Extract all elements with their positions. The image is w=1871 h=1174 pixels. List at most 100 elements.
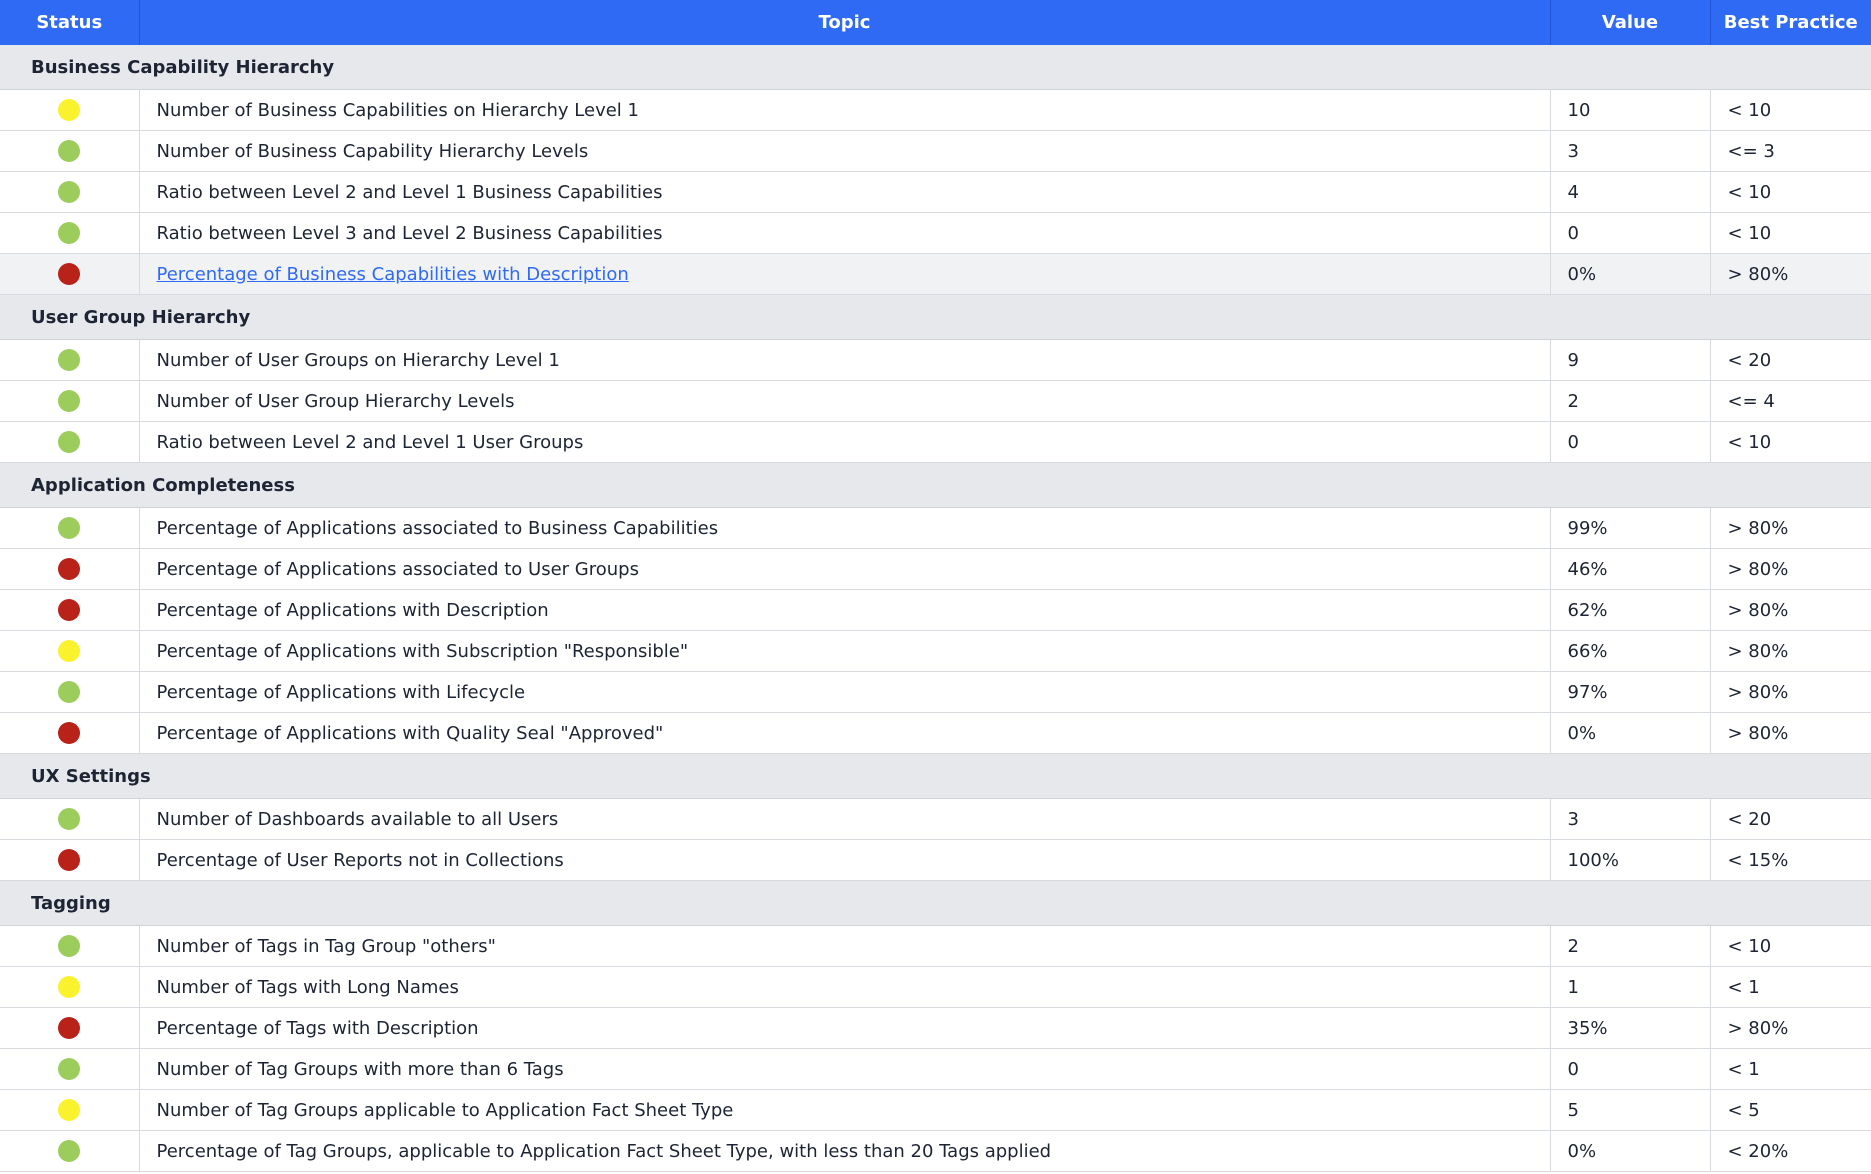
value-column-header[interactable]: Value xyxy=(1550,0,1711,45)
status-cell xyxy=(0,1007,140,1049)
table-row: Number of Business Capabilities on Hiera… xyxy=(0,89,1871,131)
status-cell xyxy=(0,589,140,631)
table-row: Percentage of Applications associated to… xyxy=(0,507,1871,549)
topic-label: Percentage of Tag Groups, applicable to … xyxy=(156,1140,1052,1162)
group-title: Tagging xyxy=(0,880,1871,926)
topic-cell: Ratio between Level 2 and Level 1 User G… xyxy=(139,421,1551,463)
best-practice-cell: > 80% xyxy=(1710,507,1871,549)
status-cell xyxy=(0,671,140,713)
header-row: Status Topic Value Best Practice xyxy=(0,0,1871,45)
topic-label: Ratio between Level 2 and Level 1 Busine… xyxy=(156,181,663,203)
best-practice-cell: < 10 xyxy=(1710,89,1871,131)
best-practice-cell: < 10 xyxy=(1710,421,1871,463)
status-cell xyxy=(0,630,140,672)
group-header-row: Business Capability Hierarchy xyxy=(0,45,1871,90)
topic-label: Number of Tags in Tag Group "others" xyxy=(156,935,496,957)
table-row: Percentage of Applications with Quality … xyxy=(0,712,1871,754)
value-cell: 2 xyxy=(1550,925,1711,967)
best-practice-cell: < 1 xyxy=(1710,966,1871,1008)
best-practice-cell: < 20% xyxy=(1710,1130,1871,1172)
best-practice-cell: <= 3 xyxy=(1710,130,1871,172)
status-cell xyxy=(0,380,140,422)
topic-label: Number of Tag Groups applicable to Appli… xyxy=(156,1099,734,1121)
topic-label: Percentage of Applications with Subscrip… xyxy=(156,640,689,662)
status-green-dot-icon xyxy=(58,517,81,539)
topic-cell: Percentage of Applications associated to… xyxy=(139,507,1551,549)
group-header-row: Application Completeness xyxy=(0,462,1871,508)
value-cell: 2 xyxy=(1550,380,1711,422)
topic-cell: Number of Tags in Tag Group "others" xyxy=(139,925,1551,967)
status-red-dot-icon xyxy=(58,1017,81,1039)
topic-cell: Percentage of Applications with Descript… xyxy=(139,589,1551,631)
status-green-dot-icon xyxy=(58,1140,81,1162)
group-title: Application Completeness xyxy=(0,462,1871,508)
table-row: Number of Tag Groups applicable to Appli… xyxy=(0,1089,1871,1131)
topic-cell: Number of User Group Hierarchy Levels xyxy=(139,380,1551,422)
value-cell: 66% xyxy=(1550,630,1711,672)
status-cell xyxy=(0,421,140,463)
topic-cell: Number of Business Capabilities on Hiera… xyxy=(139,89,1551,131)
best-practice-cell: <= 4 xyxy=(1710,380,1871,422)
health-check-table-container: Status Topic Value Best Practice Busines… xyxy=(0,0,1871,1172)
table-row: Percentage of Applications with Subscrip… xyxy=(0,630,1871,672)
status-cell xyxy=(0,712,140,754)
value-cell: 0% xyxy=(1550,253,1711,295)
table-row: Percentage of Applications with Descript… xyxy=(0,589,1871,631)
status-cell xyxy=(0,89,140,131)
topic-cell: Number of Business Capability Hierarchy … xyxy=(139,130,1551,172)
group-title: User Group Hierarchy xyxy=(0,294,1871,340)
value-cell: 0 xyxy=(1550,421,1711,463)
status-red-dot-icon xyxy=(58,849,81,871)
status-cell xyxy=(0,130,140,172)
status-column-header[interactable]: Status xyxy=(0,0,140,45)
status-cell xyxy=(0,507,140,549)
value-cell: 99% xyxy=(1550,507,1711,549)
best-practice-column-header[interactable]: Best Practice xyxy=(1710,0,1871,45)
status-red-dot-icon xyxy=(58,558,81,580)
topic-link[interactable]: Percentage of Business Capabilities with… xyxy=(157,264,629,285)
status-red-dot-icon xyxy=(58,599,81,621)
value-cell: 100% xyxy=(1550,839,1711,881)
table-row: Ratio between Level 3 and Level 2 Busine… xyxy=(0,212,1871,254)
topic-label: Percentage of Applications with Descript… xyxy=(156,599,549,621)
best-practice-cell: > 80% xyxy=(1710,712,1871,754)
status-cell xyxy=(0,1048,140,1090)
group-header-row: Tagging xyxy=(0,880,1871,926)
topic-cell: Ratio between Level 3 and Level 2 Busine… xyxy=(139,212,1551,254)
value-cell: 0 xyxy=(1550,212,1711,254)
value-cell: 4 xyxy=(1550,171,1711,213)
best-practice-cell: < 15% xyxy=(1710,839,1871,881)
topic-cell: Percentage of Applications with Subscrip… xyxy=(139,630,1551,672)
topic-label: Number of Business Capability Hierarchy … xyxy=(156,140,589,162)
best-practice-cell: > 80% xyxy=(1710,589,1871,631)
value-cell: 3 xyxy=(1550,130,1711,172)
best-practice-cell: > 80% xyxy=(1710,630,1871,672)
status-cell xyxy=(0,253,140,295)
status-cell xyxy=(0,966,140,1008)
table-header: Status Topic Value Best Practice xyxy=(0,0,1871,45)
topic-column-header[interactable]: Topic xyxy=(139,0,1551,45)
table-row: Percentage of Tags with Description 35% > … xyxy=(0,1007,1871,1049)
topic-label: Number of User Group Hierarchy Levels xyxy=(156,390,515,412)
table-row: Number of Tags with Long Names 1 < 1 xyxy=(0,966,1871,1008)
topic-cell: Percentage of Applications with Quality … xyxy=(139,712,1551,754)
status-green-dot-icon xyxy=(58,935,81,957)
status-yellow-dot-icon xyxy=(58,1099,81,1121)
status-cell xyxy=(0,839,140,881)
table-row: Percentage of Applications associated to… xyxy=(0,548,1871,590)
status-green-dot-icon xyxy=(58,390,81,412)
topic-cell: Percentage of Applications with Lifecycl… xyxy=(139,671,1551,713)
table-row: Percentage of Applications with Lifecycl… xyxy=(0,671,1871,713)
status-cell xyxy=(0,339,140,381)
value-cell: 5 xyxy=(1550,1089,1711,1131)
status-green-dot-icon xyxy=(58,140,81,162)
status-green-dot-icon xyxy=(58,431,81,453)
table-row: Ratio between Level 2 and Level 1 User G… xyxy=(0,421,1871,463)
value-cell: 97% xyxy=(1550,671,1711,713)
group-title: Business Capability Hierarchy xyxy=(0,45,1871,90)
topic-label: Number of Business Capabilities on Hiera… xyxy=(156,99,639,121)
topic-label: Percentage of Tags with Description xyxy=(156,1017,479,1039)
value-cell: 0 xyxy=(1550,1048,1711,1090)
best-practice-cell: < 20 xyxy=(1710,798,1871,840)
value-cell: 35% xyxy=(1550,1007,1711,1049)
